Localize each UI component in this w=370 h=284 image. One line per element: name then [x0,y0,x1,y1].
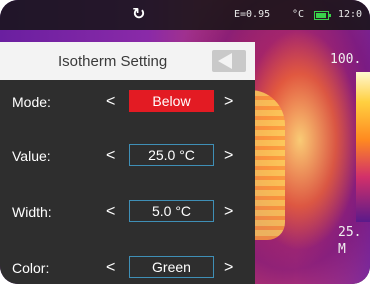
setting-row-value: Value: < 25.0 °C > [0,144,255,170]
scale-min-value: 25. [338,225,362,240]
scale-max-label: 100. [330,52,362,67]
mode-value[interactable]: Below [129,90,214,112]
thermal-camera-screen: ↻ E=0.95 °C 12:0 100. 25. M Isotherm Set… [0,0,370,284]
emissivity-readout: E=0.95 [234,9,271,20]
value-next-button[interactable]: > [224,147,233,165]
isotherm-settings-panel: Isotherm Setting Mode: < Below > Value: … [0,42,255,284]
color-field[interactable]: Green [129,256,214,278]
temperature-scale-bar [356,72,370,222]
color-next-button[interactable]: > [224,259,233,277]
value-prev-button[interactable]: < [106,147,115,165]
clock: 12:0 [338,9,363,20]
scale-min-suffix: M [338,242,346,257]
setting-label-mode: Mode: [12,94,51,110]
color-prev-button[interactable]: < [106,259,115,277]
panel-title: Isotherm Setting [58,53,168,70]
setting-row-color: Color: < Green > [0,256,255,282]
width-next-button[interactable]: > [224,203,233,221]
status-bar: ↻ E=0.95 °C 12:0 [0,0,370,30]
scale-min-label: 25. M [338,224,361,258]
battery-icon [314,11,331,20]
setting-row-width: Width: < 5.0 °C > [0,200,255,226]
value-field[interactable]: 25.0 °C [129,144,214,166]
mode-next-button[interactable]: > [224,93,233,111]
panel-header: Isotherm Setting [0,42,255,80]
mode-prev-button[interactable]: < [106,93,115,111]
width-field[interactable]: 5.0 °C [129,200,214,222]
setting-label-color: Color: [12,260,50,276]
setting-label-value: Value: [12,148,51,164]
back-button[interactable] [212,50,246,72]
setting-label-width: Width: [12,204,52,220]
setting-row-mode: Mode: < Below > [0,90,255,116]
width-prev-button[interactable]: < [106,203,115,221]
temperature-unit: °C [292,9,305,20]
refresh-icon[interactable]: ↻ [132,4,145,23]
